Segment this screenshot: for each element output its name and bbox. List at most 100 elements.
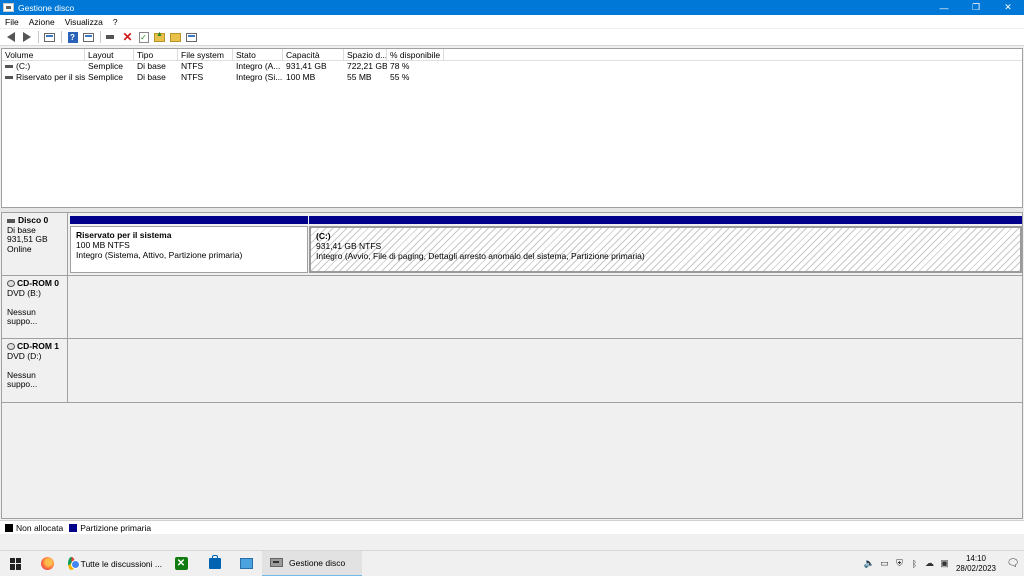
legend: Non allocata Partizione primaria bbox=[0, 520, 1024, 534]
legend-swatch bbox=[69, 523, 78, 532]
menu-bar: File Azione Visualizza ? bbox=[0, 15, 1024, 28]
disk-type: DVD (B:) bbox=[7, 287, 41, 298]
volume-cell: (C:) bbox=[2, 61, 85, 72]
percent-disponibile-cell: 78 % bbox=[390, 61, 410, 71]
xbox-icon: ✕ bbox=[174, 557, 188, 570]
legend-item-unallocated: Non allocata bbox=[5, 523, 63, 533]
wifi-icon[interactable]: ▣ bbox=[937, 551, 952, 576]
cd-rom-icon bbox=[7, 280, 15, 288]
menu-visualizza[interactable]: Visualizza bbox=[60, 17, 108, 27]
taskbar-item-label: Gestione disco bbox=[289, 557, 346, 568]
disk-label[interactable]: CD-ROM 0 DVD (B:) Nessun suppo... bbox=[2, 276, 68, 339]
back-button[interactable] bbox=[3, 30, 18, 44]
column-header-file-system[interactable]: File system bbox=[178, 49, 233, 61]
console-tree-button[interactable] bbox=[42, 30, 57, 44]
volume-icon bbox=[5, 76, 13, 80]
rescan-button[interactable] bbox=[184, 30, 199, 44]
bluetooth-icon[interactable]: ᛒ bbox=[907, 551, 922, 576]
disk-label[interactable]: CD-ROM 1 DVD (D:) Nessun suppo... bbox=[2, 339, 68, 403]
taskbar-firefox[interactable] bbox=[32, 551, 62, 576]
rescan-icon bbox=[186, 32, 197, 42]
disk-row-disco-0: Disco 0 Di base 931,51 GB Online Riserva… bbox=[2, 213, 1022, 276]
maximize-button[interactable]: ❐ bbox=[960, 0, 992, 15]
taskbar-store[interactable] bbox=[200, 551, 230, 576]
file-system-cell: NTFS bbox=[181, 72, 204, 82]
menu-file[interactable]: File bbox=[0, 17, 24, 27]
partition-color-bar bbox=[70, 216, 308, 224]
spazio-disponibile-cell: 55 MB bbox=[347, 72, 372, 82]
partition-c[interactable]: (C:) 931,41 GB NTFS Integro (Avvio, File… bbox=[309, 216, 1022, 273]
clock-date: 28/02/2023 bbox=[955, 563, 996, 573]
column-header-volume[interactable]: Volume bbox=[2, 49, 85, 61]
open-folder-button[interactable] bbox=[152, 30, 167, 44]
delete-icon: ✕ bbox=[122, 30, 133, 44]
taskbar-xbox[interactable]: ✕ bbox=[162, 551, 200, 576]
legend-item-primary-partition: Partizione primaria bbox=[69, 523, 151, 533]
open-folder-icon bbox=[154, 31, 165, 42]
capacita-cell: 100 MB bbox=[286, 72, 316, 82]
disk-map: Disco 0 Di base 931,51 GB Online Riserva… bbox=[1, 212, 1023, 519]
hard-disk-icon bbox=[7, 218, 15, 223]
clock[interactable]: 14:10 28/02/2023 bbox=[956, 554, 996, 574]
taskbar-disk-management[interactable]: Gestione disco bbox=[262, 550, 362, 576]
percent-disponibile-cell: 55 % bbox=[390, 72, 410, 82]
onedrive-icon[interactable]: ☁ bbox=[922, 551, 937, 576]
column-header-percent-disponibile[interactable]: % disponibile bbox=[387, 49, 444, 61]
disk-empty-area bbox=[68, 276, 1022, 339]
volume-list-header: Volume Layout Tipo File system Stato Cap… bbox=[2, 49, 1022, 61]
forward-button[interactable] bbox=[19, 30, 34, 44]
stato-cell: Integro (Si... bbox=[236, 72, 283, 82]
start-button[interactable] bbox=[0, 551, 32, 576]
delete-button[interactable]: ✕ bbox=[120, 30, 135, 44]
column-header-capacita[interactable]: Capacità bbox=[283, 49, 344, 61]
partition-size: 931,41 GB NTFS bbox=[316, 241, 382, 251]
help-button[interactable]: ? bbox=[65, 30, 80, 44]
explore-icon bbox=[170, 32, 181, 42]
volume-list[interactable]: Volume Layout Tipo File system Stato Cap… bbox=[1, 48, 1023, 208]
network-icon[interactable]: ▭ bbox=[877, 551, 892, 576]
volume-icon bbox=[5, 65, 13, 69]
disk-status: Online bbox=[7, 243, 32, 254]
file-system-cell: NTFS bbox=[181, 61, 204, 71]
column-header-layout[interactable]: Layout bbox=[85, 49, 134, 61]
menu-azione[interactable]: Azione bbox=[24, 17, 60, 27]
security-icon[interactable]: ⛨ bbox=[892, 551, 907, 576]
disk-name-text: CD-ROM 0 bbox=[17, 278, 60, 288]
column-header-stato[interactable]: Stato bbox=[233, 49, 283, 61]
column-header-tipo[interactable]: Tipo bbox=[134, 49, 178, 61]
taskbar: Tutte le discussioni ... ✕ Gestione disc… bbox=[0, 550, 1024, 576]
notification-icon[interactable]: 🗨 bbox=[1002, 551, 1024, 576]
close-button[interactable]: ✕ bbox=[992, 0, 1024, 15]
disk-type: DVD (D:) bbox=[7, 350, 42, 361]
column-header-spazio-disponibile[interactable]: Spazio d... bbox=[344, 49, 387, 61]
disk-label[interactable]: Disco 0 Di base 931,51 GB Online bbox=[2, 213, 68, 276]
taskbar-chrome[interactable]: Tutte le discussioni ... bbox=[62, 551, 162, 576]
check-button[interactable]: ✓ bbox=[136, 30, 151, 44]
partition-body: (C:) 931,41 GB NTFS Integro (Avvio, File… bbox=[309, 226, 1022, 273]
system-tray: 🔈 ▭ ⛨ ᛒ ☁ ▣ 14:10 28/02/2023 🗨 bbox=[862, 551, 1024, 576]
disk-name-text: Disco 0 bbox=[18, 215, 49, 225]
connect-disk-button[interactable] bbox=[104, 30, 119, 44]
volume-row[interactable]: (C:) Semplice Di base NTFS Integro (A...… bbox=[2, 61, 1022, 72]
explore-button[interactable] bbox=[168, 30, 183, 44]
minimize-button[interactable]: — bbox=[928, 0, 960, 15]
back-arrow-icon bbox=[6, 32, 15, 42]
partition-size: 100 MB NTFS bbox=[76, 240, 130, 250]
legend-label: Non allocata bbox=[16, 522, 64, 533]
cd-rom-icon bbox=[7, 343, 15, 351]
menu-help[interactable]: ? bbox=[108, 17, 123, 27]
partition-status: Integro (Avvio, File di paging, Dettagli… bbox=[316, 251, 645, 261]
volume-row[interactable]: Riservato per il sist... Semplice Di bas… bbox=[2, 72, 1022, 83]
volume-name: (C:) bbox=[16, 61, 31, 71]
help-icon: ? bbox=[67, 31, 78, 43]
taskbar-photos[interactable] bbox=[230, 551, 262, 576]
properties-button[interactable] bbox=[81, 30, 96, 44]
disk-status: Nessun suppo... bbox=[7, 369, 38, 389]
photos-icon bbox=[239, 558, 253, 569]
disk-row-cd-rom-0: CD-ROM 0 DVD (B:) Nessun suppo... bbox=[2, 276, 1022, 339]
volume-icon[interactable]: 🔈 bbox=[862, 551, 877, 576]
partition-system-reserved[interactable]: Riservato per il sistema 100 MB NTFS Int… bbox=[70, 216, 308, 273]
chrome-icon bbox=[68, 557, 80, 570]
disk-management-icon bbox=[270, 558, 283, 567]
tipo-cell: Di base bbox=[137, 72, 166, 82]
